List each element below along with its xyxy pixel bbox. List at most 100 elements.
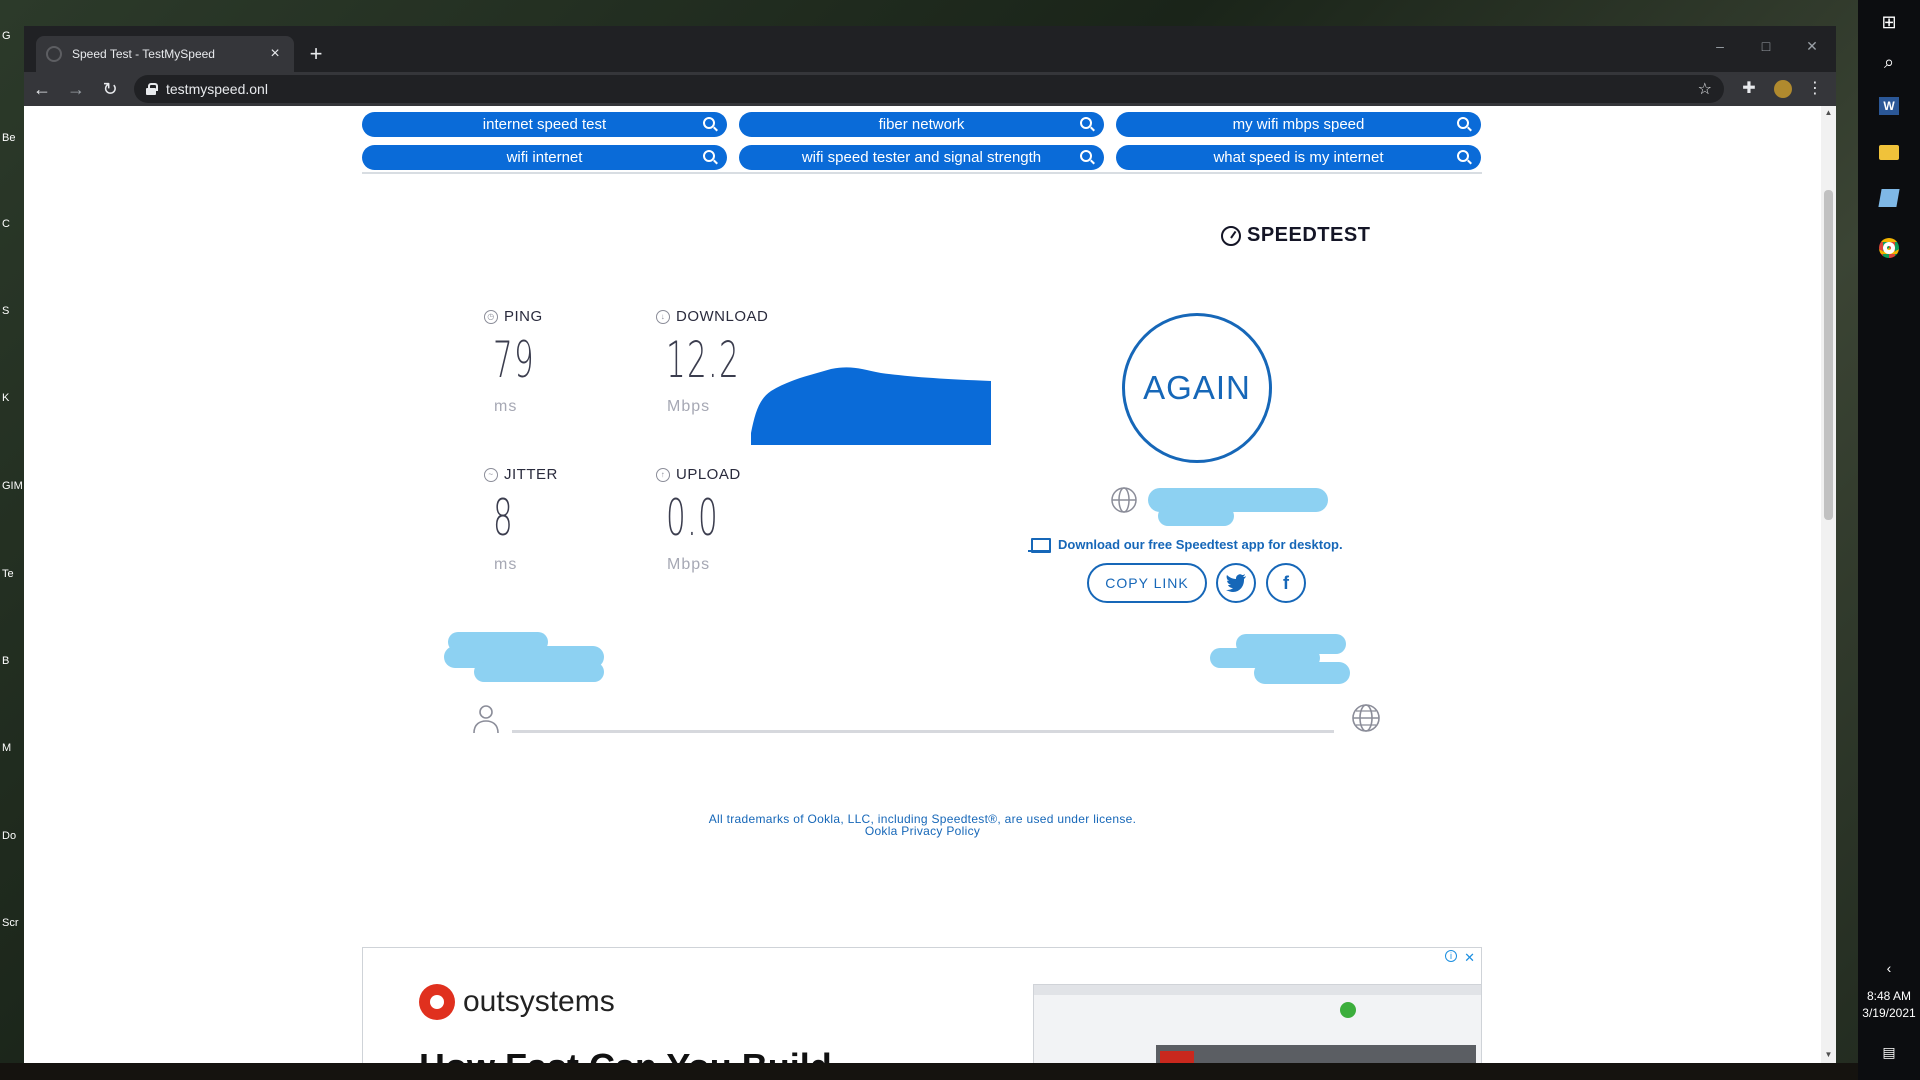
tab-title: Speed Test - TestMySpeed bbox=[72, 47, 215, 61]
gauge-icon bbox=[1221, 225, 1241, 246]
maximize-icon[interactable]: □ bbox=[1744, 32, 1788, 60]
download-arrow-icon: ↓ bbox=[656, 309, 670, 324]
reload-icon[interactable]: ↻ bbox=[94, 73, 126, 105]
redacted-server bbox=[1236, 634, 1346, 654]
search-pill[interactable]: fiber network bbox=[739, 112, 1104, 137]
twitter-icon[interactable] bbox=[1216, 563, 1256, 603]
forward-arrow-icon[interactable]: → bbox=[60, 73, 92, 105]
address-bar[interactable]: testmyspeed.onl ☆ bbox=[134, 75, 1724, 103]
desktop-icon[interactable]: Be bbox=[2, 132, 24, 144]
search-pill[interactable]: wifi internet bbox=[362, 145, 727, 170]
ad-headline: How Fast Can You Build bbox=[419, 1046, 832, 1063]
search-pill[interactable]: what speed is my internet bbox=[1116, 145, 1481, 170]
user-icon bbox=[473, 705, 499, 734]
notepad-app-icon[interactable] bbox=[1858, 176, 1920, 220]
clock[interactable]: 8:48 AM 3/19/2021 bbox=[1858, 988, 1920, 1022]
ad-brand-logo: outsystems bbox=[419, 984, 615, 1020]
tab-strip: Speed Test - TestMySpeed × + – □ ✕ bbox=[24, 26, 1836, 72]
search-pill[interactable]: internet speed test bbox=[362, 112, 727, 137]
page-scrollbar[interactable]: ▲ ▼ bbox=[1821, 106, 1836, 1063]
page-viewport: internet speed test fiber network my wif… bbox=[24, 106, 1836, 1063]
speedtest-logo: SPEEDTEST bbox=[1221, 224, 1370, 247]
ad-screenshot-panel bbox=[1156, 1045, 1476, 1063]
scroll-up-arrow-icon[interactable]: ▲ bbox=[1824, 108, 1833, 117]
search-pill-label: internet speed test bbox=[482, 116, 607, 133]
menu-kebab-icon[interactable]: ⋮ bbox=[1800, 74, 1830, 104]
jitter-unit: ms bbox=[494, 556, 518, 573]
facebook-icon[interactable]: f bbox=[1266, 563, 1306, 603]
search-icon[interactable]: ⌕ bbox=[1858, 40, 1920, 84]
new-tab-icon[interactable]: + bbox=[302, 40, 330, 68]
laptop-icon bbox=[1028, 537, 1051, 553]
globe-icon bbox=[1111, 487, 1137, 513]
ping-label: ◷ PING bbox=[484, 308, 543, 325]
desktop-icon[interactable]: Scr bbox=[2, 917, 24, 929]
search-pill-label: fiber network bbox=[878, 116, 965, 133]
desktop-icon[interactable]: C bbox=[2, 218, 24, 230]
upload-label-text: UPLOAD bbox=[676, 466, 741, 483]
server-globe-icon bbox=[1352, 704, 1380, 732]
scrollbar-thumb[interactable] bbox=[1824, 190, 1833, 520]
windows-start-icon[interactable]: ⊞ bbox=[1858, 0, 1920, 44]
profile-avatar-icon[interactable] bbox=[1774, 80, 1792, 98]
desktop-icon[interactable]: S bbox=[2, 305, 24, 317]
download-value: 12.2 bbox=[666, 331, 740, 389]
desktop-icon[interactable]: M bbox=[2, 742, 24, 754]
advertisement[interactable]: outsystems How Fast Can You Build i ✕ bbox=[362, 947, 1482, 1063]
ad-close-icon[interactable]: ✕ bbox=[1464, 950, 1475, 966]
again-button[interactable]: AGAIN bbox=[1122, 313, 1272, 463]
desktop-icon[interactable]: Do bbox=[2, 830, 24, 842]
search-pill-label: what speed is my internet bbox=[1213, 149, 1384, 166]
window-close-icon[interactable]: ✕ bbox=[1790, 32, 1834, 60]
minimize-icon[interactable]: – bbox=[1698, 32, 1742, 60]
tab-speed-test[interactable]: Speed Test - TestMySpeed × bbox=[36, 36, 294, 72]
desktop-icon[interactable]: K bbox=[2, 392, 24, 404]
desktop-icon[interactable]: Te bbox=[2, 568, 24, 580]
clock-date: 3/19/2021 bbox=[1862, 1006, 1916, 1020]
ad-info-icon[interactable]: i bbox=[1445, 950, 1457, 962]
upload-arrow-icon: ↑ bbox=[656, 467, 670, 482]
chevron-left-icon[interactable]: ‹ bbox=[1858, 946, 1920, 990]
ad-screenshot-badge bbox=[1340, 1002, 1356, 1018]
ping-unit: ms bbox=[494, 398, 518, 415]
url-text: testmyspeed.onl bbox=[166, 81, 268, 97]
file-explorer-icon[interactable] bbox=[1858, 130, 1920, 174]
copy-link-button[interactable]: COPY LINK bbox=[1087, 563, 1207, 603]
download-speed-graph bbox=[751, 367, 991, 445]
tab-favicon-icon bbox=[46, 46, 62, 62]
twitter-bird-icon bbox=[1226, 574, 1246, 592]
desktop-bottom-strip bbox=[0, 1063, 1858, 1080]
chrome-app-icon[interactable] bbox=[1858, 226, 1920, 270]
desktop-icon[interactable]: GIM bbox=[2, 480, 24, 492]
outsystems-logo-icon bbox=[419, 984, 455, 1020]
ad-brand-name: outsystems bbox=[463, 985, 615, 1018]
lock-icon[interactable] bbox=[146, 83, 158, 95]
search-icon bbox=[1080, 150, 1092, 162]
download-app-link[interactable]: Download our free Speedtest app for desk… bbox=[1028, 537, 1343, 553]
jitter-label-text: JITTER bbox=[504, 466, 558, 483]
desktop-icon[interactable]: B bbox=[2, 655, 24, 667]
search-pill-label: wifi speed tester and signal strength bbox=[801, 149, 1042, 166]
search-pill[interactable]: wifi speed tester and signal strength bbox=[739, 145, 1104, 170]
browser-toolbar: ← → ↻ testmyspeed.onl ☆ ✚ ⋮ bbox=[24, 72, 1836, 106]
download-graph-area bbox=[751, 367, 991, 445]
speedtest-brand: SPEEDTEST bbox=[1247, 224, 1371, 246]
download-unit: Mbps bbox=[667, 398, 711, 415]
redacted-provider bbox=[1158, 506, 1234, 526]
jitter-value: 8 bbox=[493, 489, 514, 547]
extensions-puzzle-icon[interactable]: ✚ bbox=[1734, 74, 1764, 104]
search-icon bbox=[1457, 150, 1469, 162]
privacy-policy-link[interactable]: Ookla Privacy Policy bbox=[24, 824, 1821, 838]
bookmark-star-icon[interactable]: ☆ bbox=[1698, 79, 1712, 99]
search-icon bbox=[703, 150, 715, 162]
redacted-client bbox=[474, 662, 604, 682]
notification-icon[interactable]: ▤ bbox=[1858, 1030, 1920, 1074]
desktop-icon[interactable]: G bbox=[2, 30, 24, 42]
scroll-down-arrow-icon[interactable]: ▼ bbox=[1824, 1050, 1833, 1059]
close-icon[interactable]: × bbox=[266, 45, 284, 63]
search-pill[interactable]: my wifi mbps speed bbox=[1116, 112, 1481, 137]
clock-time: 8:48 AM bbox=[1866, 989, 1912, 1003]
redacted-server bbox=[1254, 662, 1350, 684]
back-arrow-icon[interactable]: ← bbox=[26, 73, 58, 105]
word-app-icon[interactable]: W bbox=[1858, 84, 1920, 128]
